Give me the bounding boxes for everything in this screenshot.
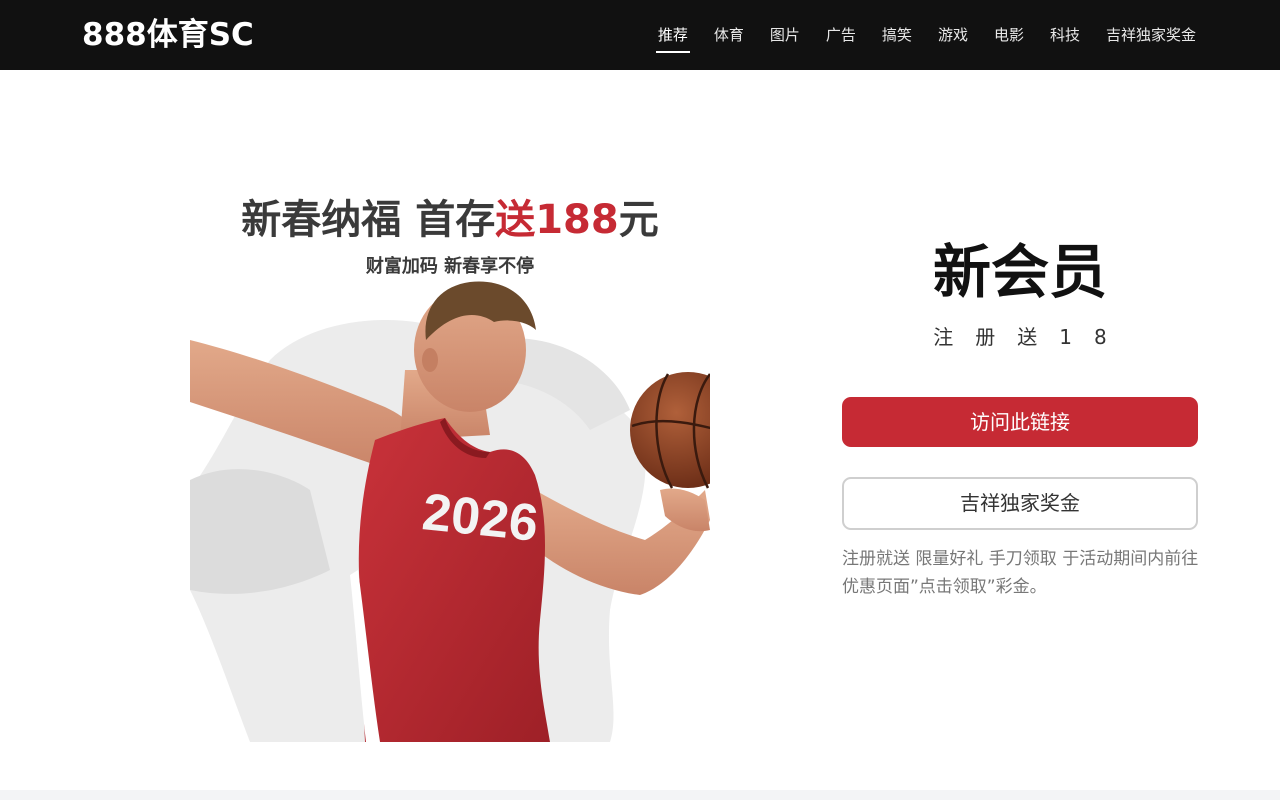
- nav-item-images[interactable]: 图片: [770, 0, 800, 70]
- promo-note: 注册就送 限量好礼 手刀领取 于活动期间内前往优惠页面”点击领取”彩金。: [842, 549, 1199, 597]
- exclusive-bonus-button[interactable]: 吉祥独家奖金: [842, 477, 1198, 530]
- promo-headline-part2: 元: [618, 197, 659, 243]
- member-subtitle: 注册送18: [933, 325, 1129, 349]
- nav-item-ads[interactable]: 广告: [826, 0, 856, 70]
- nav-item-recommend[interactable]: 推荐: [655, 0, 690, 70]
- member-title: 新会员: [932, 238, 1107, 306]
- nav-item-tech[interactable]: 科技: [1050, 0, 1080, 70]
- footer-divider: [0, 790, 1280, 800]
- promo-headline: 新春纳福 首存送188元: [190, 194, 710, 246]
- promo-subline: 财富加码 新春享不停: [365, 256, 535, 277]
- top-navigation-bar: 888体育SC 推荐 体育 图片 广告 搞笑 游戏 电影 科技 吉祥独家奖金: [0, 0, 1280, 70]
- nav-item-funny[interactable]: 搞笑: [882, 0, 912, 70]
- jersey-number: 2026: [420, 483, 541, 553]
- promo-headline-part1: 新春纳福 首存: [241, 197, 496, 243]
- nav-item-movies[interactable]: 电影: [994, 0, 1024, 70]
- nav-item-games[interactable]: 游戏: [938, 0, 968, 70]
- nav-item-exclusive-bonus[interactable]: 吉祥独家奖金: [1106, 0, 1196, 70]
- promo-headline-highlight: 送188: [495, 197, 619, 243]
- main-nav: 推荐 体育 图片 广告 搞笑 游戏 电影 科技 吉祥独家奖金: [632, 0, 1196, 70]
- site-logo[interactable]: 888体育SC: [82, 14, 254, 56]
- visit-link-button[interactable]: 访问此链接: [842, 397, 1198, 447]
- promo-banner[interactable]: 2026 新春纳福 首存送188元 财富加码 新春享不停: [190, 190, 710, 742]
- nav-item-sports[interactable]: 体育: [714, 0, 744, 70]
